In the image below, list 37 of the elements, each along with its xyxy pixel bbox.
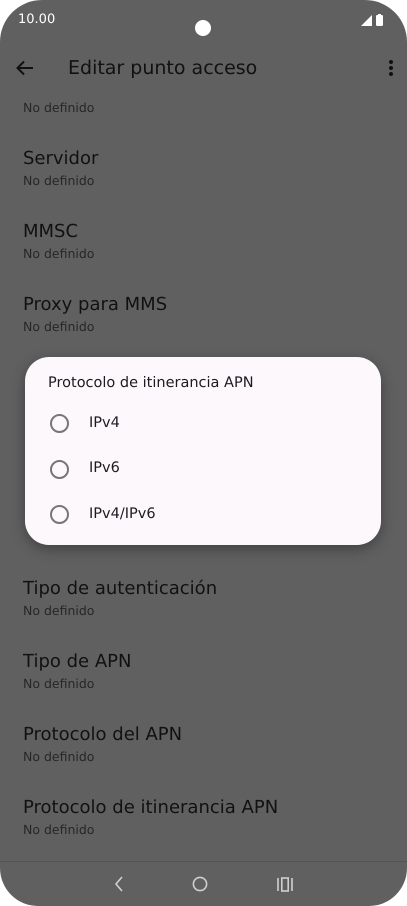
radio-button[interactable] bbox=[50, 505, 69, 524]
option-label[interactable]: IPv6 bbox=[89, 458, 120, 480]
setting-title[interactable]: Servidor bbox=[23, 146, 384, 172]
back-arrow-icon bbox=[16, 60, 34, 76]
setting-title[interactable]: Protocolo del APN bbox=[23, 722, 384, 748]
more-icon bbox=[389, 60, 393, 76]
back-nav-button[interactable] bbox=[114, 876, 124, 892]
home-button[interactable] bbox=[192, 876, 208, 892]
dialog-title: Protocolo de itinerancia APN bbox=[48, 374, 255, 393]
clock-time: 10.00 bbox=[18, 11, 56, 30]
setting-value: No definido bbox=[23, 318, 96, 336]
setting-title[interactable]: Tipo de autenticación bbox=[23, 576, 384, 602]
screen-title: Editar punto acceso bbox=[68, 56, 258, 81]
recents-icon bbox=[276, 876, 293, 892]
setting-value: No definido bbox=[23, 602, 96, 620]
setting-title[interactable]: MMSC bbox=[23, 219, 384, 245]
setting-title[interactable]: Proxy para MMS bbox=[23, 292, 384, 318]
back-button[interactable] bbox=[16, 60, 34, 76]
setting-value: No definido bbox=[23, 245, 96, 263]
camera-dot bbox=[195, 20, 211, 36]
recents-button[interactable] bbox=[276, 876, 293, 892]
signal-icon bbox=[361, 14, 372, 26]
battery-icon bbox=[376, 14, 383, 26]
setting-value: No definido bbox=[23, 821, 96, 839]
setting-value: No definido bbox=[23, 748, 96, 766]
setting-title[interactable]: Protocolo de itinerancia APN bbox=[23, 795, 384, 821]
setting-value: No definido bbox=[23, 172, 96, 190]
option-label[interactable]: IPv4/IPv6 bbox=[89, 504, 156, 526]
setting-value: No definido bbox=[23, 675, 96, 693]
setting-value: No definido bbox=[23, 99, 96, 117]
back-chevron-icon bbox=[114, 876, 124, 892]
home-circle-icon bbox=[192, 876, 208, 892]
option-label[interactable]: IPv4 bbox=[89, 412, 120, 434]
setting-title[interactable]: Tipo de APN bbox=[23, 649, 384, 675]
radio-button[interactable] bbox=[50, 460, 69, 478]
radio-button[interactable] bbox=[50, 414, 69, 433]
more-options-button[interactable] bbox=[389, 60, 393, 76]
